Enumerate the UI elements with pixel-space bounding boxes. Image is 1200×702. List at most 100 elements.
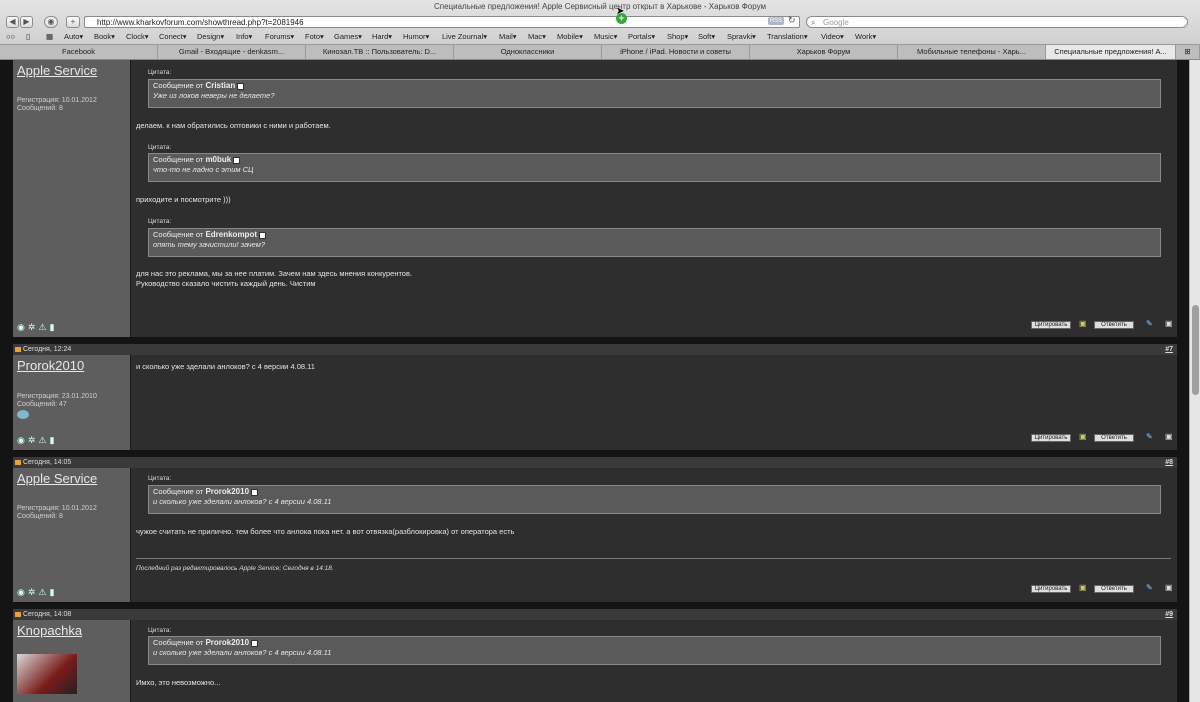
edit-icon[interactable]: ✎ (1146, 583, 1153, 592)
post-header: Сегодня, 14:05 #8 (13, 457, 1177, 468)
view-post-icon[interactable] (233, 156, 241, 164)
username-link[interactable]: Prorok2010 (17, 358, 84, 373)
tab[interactable]: Кинозал.ТВ :: Пользователь: D... (306, 45, 454, 59)
scrollbar-thumb[interactable] (1192, 305, 1199, 395)
quote-author[interactable]: Prorok2010 (205, 487, 249, 496)
post-number-link[interactable]: #9 (1165, 609, 1173, 620)
url-field[interactable]: http://www.kharkovforum.com/showthread.p… (84, 16, 800, 28)
top-sites-icon[interactable]: ▦ (46, 31, 53, 43)
post-status-icon (15, 347, 21, 352)
bookmark-item[interactable]: Auto▾ (64, 31, 83, 43)
bookmark-item[interactable]: Conect▾ (159, 31, 187, 43)
bookmark-item[interactable]: Video▾ (821, 31, 844, 43)
post-number-link[interactable]: #8 (1165, 457, 1173, 468)
tab[interactable]: Одноклассники (454, 45, 602, 59)
bookmark-item[interactable]: Games▾ (334, 31, 362, 43)
reader-icon[interactable]: ◉ (44, 16, 58, 28)
bookmark-item[interactable]: Clock▾ (126, 31, 149, 43)
post-user-panel: Apple Service Регистрация: 10.01.2012 Со… (13, 60, 130, 337)
report-icon[interactable]: ▣ (1165, 319, 1173, 328)
user-action-icons[interactable]: ◉✲⚠▮ (17, 322, 57, 333)
avatar[interactable] (17, 654, 77, 694)
rss-badge[interactable]: RSS (768, 17, 784, 25)
tab[interactable]: Мобильные телефоны - Харь... (898, 45, 1046, 59)
quote-author[interactable]: m0buk (205, 155, 231, 164)
post-body: Knopachka Цитата: Сообщение от Prorok201… (13, 620, 1177, 702)
bookmark-item[interactable]: Spravki▾ (727, 31, 756, 43)
tab[interactable]: Gmail - Входящие - denkasm... (158, 45, 306, 59)
view-post-icon[interactable] (251, 488, 259, 496)
forum-post: Сегодня, 14:05 #8 Apple Service Регистра… (13, 457, 1177, 602)
post-message: и сколько уже зделали анлоков? с 4 верси… (130, 355, 1177, 450)
bookmark-item[interactable]: Mail▾ (499, 31, 517, 43)
multiquote-icon[interactable]: ▣ (1079, 319, 1087, 328)
quote-button[interactable]: Цитировать (1031, 585, 1071, 593)
bookmark-item[interactable]: Music▾ (594, 31, 617, 43)
reply-button[interactable]: Ответить (1094, 434, 1134, 442)
quote-author[interactable]: Edrenkompot (205, 230, 257, 239)
quote-author[interactable]: Cristian (205, 81, 235, 90)
bookmark-item[interactable]: Book▾ (94, 31, 115, 43)
reading-list-icon[interactable]: ○○ (6, 31, 15, 43)
bookmark-item[interactable]: Info▾ (236, 31, 252, 43)
username-link[interactable]: Knopachka (17, 623, 82, 638)
quote-from: Сообщение от (153, 155, 204, 164)
bookmark-item[interactable]: Mobile▾ (557, 31, 583, 43)
back-button[interactable]: ◀ (6, 16, 19, 28)
bookmarks-bar: ○○ ▯ ▦ Auto▾ Book▾ Clock▾ Conect▾ Design… (0, 31, 1200, 43)
bookmark-item[interactable]: Design▾ (197, 31, 224, 43)
forum-post: Сегодня, 14:08 #9 Knopachka Цитата: Сооб… (13, 609, 1177, 702)
multiquote-icon[interactable]: ▣ (1079, 432, 1087, 441)
bookmark-item[interactable]: Shop▾ (667, 31, 688, 43)
tab[interactable]: Харьков Форум (750, 45, 898, 59)
post-message: Цитата: Сообщение от Prorok2010 и скольк… (130, 620, 1177, 702)
report-icon[interactable]: ▣ (1165, 583, 1173, 592)
quote-label: Цитата: (148, 218, 172, 225)
bookmark-item[interactable]: Translation▾ (767, 31, 808, 43)
bookmark-item[interactable]: Hard▾ (372, 31, 392, 43)
bookmark-item[interactable]: Forums▾ (265, 31, 294, 43)
bookmark-item[interactable]: Work▾ (855, 31, 876, 43)
bookmarks-icon[interactable]: ▯ (26, 31, 30, 43)
forward-button[interactable]: ▶ (20, 16, 33, 28)
bookmark-item[interactable]: Humor▾ (403, 31, 429, 43)
search-input[interactable]: ⌕ Google (806, 16, 1188, 28)
bookmark-item[interactable]: Foto▾ (305, 31, 324, 43)
edit-icon[interactable]: ✎ (1146, 432, 1153, 441)
quote-text: Уже из локов неверы не делаете? (153, 91, 275, 100)
multiquote-icon[interactable]: ▣ (1079, 583, 1087, 592)
forum-post: Сегодня, 12:24 #7 Prorok2010 Регистрация… (13, 344, 1177, 450)
reply-button[interactable]: Ответить (1094, 585, 1134, 593)
quote-button[interactable]: Цитировать (1031, 434, 1071, 442)
quote-author[interactable]: Prorok2010 (205, 638, 249, 647)
vertical-scrollbar[interactable] (1189, 60, 1200, 702)
bookmark-item[interactable]: Live Zournal▾ (442, 31, 487, 43)
reload-icon[interactable]: ↻ (788, 15, 796, 26)
post-text: приходите и посмотрите ))) (136, 195, 231, 204)
username-link[interactable]: Apple Service (17, 471, 97, 486)
reply-button[interactable]: Ответить (1094, 321, 1134, 329)
quote-label: Цитата: (148, 69, 172, 76)
edit-note: Последний раз редактировалось Apple Serv… (136, 558, 1171, 572)
quote-box: Сообщение от Prorok2010 и сколько уже зд… (148, 485, 1161, 514)
bookmark-item[interactable]: Portals▾ (628, 31, 655, 43)
user-action-icons[interactable]: ◉✲⚠▮ (17, 587, 57, 598)
bookmark-item[interactable]: Soft▾ (698, 31, 715, 43)
tab-active[interactable]: Специальные предложения! А... (1046, 45, 1176, 59)
view-post-icon[interactable] (251, 639, 259, 647)
tab[interactable]: Facebook (0, 45, 158, 59)
username-link[interactable]: Apple Service (17, 63, 97, 78)
quote-button[interactable]: Цитировать (1031, 321, 1071, 329)
post-number-link[interactable]: #7 (1165, 344, 1173, 355)
edit-icon[interactable]: ✎ (1146, 319, 1153, 328)
view-post-icon[interactable] (237, 82, 245, 90)
quote-from: Сообщение от (153, 487, 204, 496)
view-post-icon[interactable] (259, 231, 266, 239)
new-tab-icon[interactable]: ⊞ (1176, 45, 1200, 59)
user-action-icons[interactable]: ◉✲⚠▮ (17, 435, 57, 446)
tab[interactable]: iPhone / iPad. Новости и советы (602, 45, 750, 59)
report-icon[interactable]: ▣ (1165, 432, 1173, 441)
post-text: и сколько уже зделали анлоков? с 4 верси… (136, 362, 315, 371)
bookmark-item[interactable]: Mac▾ (528, 31, 546, 43)
add-bookmark-button[interactable]: + (66, 16, 80, 28)
